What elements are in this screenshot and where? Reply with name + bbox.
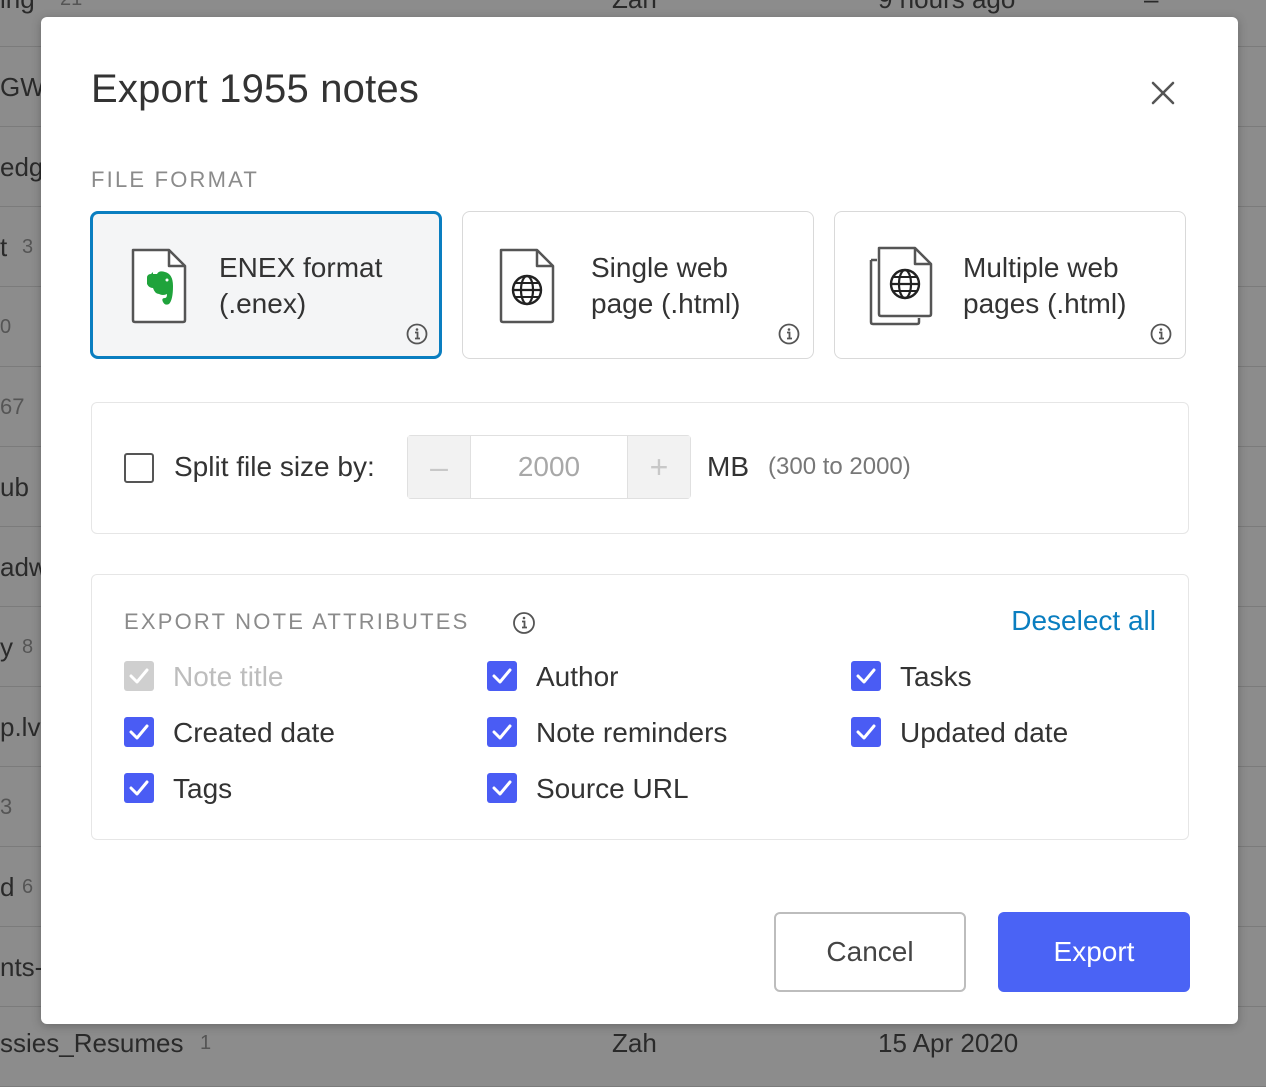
note-count: 21: [60, 0, 82, 11]
export-attributes-label: EXPORT NOTE ATTRIBUTES: [124, 609, 470, 634]
file-size-stepper: – 2000 +: [407, 435, 691, 499]
note-updated: 9 hours ago: [878, 0, 1015, 15]
attribute-label-tasks: Tasks: [900, 661, 972, 692]
deselect-all-link[interactable]: Deselect all: [1011, 605, 1156, 637]
note-count: 0: [0, 316, 12, 338]
note-title: ing: [0, 0, 35, 15]
note-title: 67: [0, 394, 25, 419]
close-button[interactable]: [1145, 75, 1181, 111]
split-file-label: Split file size by:: [174, 451, 375, 482]
attribute-checkbox-source-url[interactable]: [487, 773, 517, 803]
info-icon[interactable]: [1150, 323, 1172, 345]
note-title: edg: [0, 152, 44, 182]
export-button[interactable]: Export: [998, 912, 1190, 992]
attribute-label-note-title: Note title: [173, 661, 284, 692]
increment-button[interactable]: +: [627, 436, 690, 498]
note-title: t: [0, 232, 8, 262]
note-title: y: [0, 632, 13, 662]
attribute-label-author: Author: [536, 661, 619, 692]
split-file-panel: Split file size by: – 2000 + MB (300 to …: [91, 402, 1189, 534]
note-count: 1: [200, 1032, 212, 1054]
format-option-multiple-html[interactable]: Multiple web pages (.html): [834, 211, 1186, 359]
format-label: Multiple web pages (.html): [963, 252, 1127, 319]
note-count: 6: [22, 876, 34, 898]
cancel-button[interactable]: Cancel: [774, 912, 966, 992]
format-label: Single web page (.html): [591, 252, 741, 319]
note-title: d: [0, 872, 15, 902]
attribute-label-source-url: Source URL: [536, 773, 689, 804]
attribute-label-tags: Tags: [173, 773, 233, 804]
attribute-label-created-date: Created date: [173, 717, 335, 748]
decrement-button[interactable]: –: [408, 436, 471, 498]
export-attributes-panel: EXPORT NOTE ATTRIBUTES Deselect all Note…: [91, 574, 1189, 840]
attribute-checkbox-author[interactable]: [487, 661, 517, 691]
close-icon: [1151, 81, 1175, 105]
format-label: ENEX format (.enex): [219, 252, 383, 319]
multiple-web-files-icon: [869, 246, 933, 326]
note-title: GW: [0, 72, 45, 102]
export-dialog: Export 1955 notes FILE FORMAT ENEX forma…: [41, 17, 1238, 1024]
info-icon[interactable]: [406, 323, 428, 345]
note-title: ssies_Resumes: [0, 1028, 184, 1058]
file-size-input[interactable]: 2000: [470, 436, 628, 498]
note-count: 3: [22, 236, 34, 258]
split-file-checkbox[interactable]: [124, 453, 154, 483]
attribute-checkbox-created-date[interactable]: [124, 717, 154, 747]
evernote-file-icon: [131, 248, 187, 324]
size-range-hint: (300 to 2000): [768, 453, 911, 480]
info-icon[interactable]: [778, 323, 800, 345]
attribute-checkbox-tags[interactable]: [124, 773, 154, 803]
web-file-icon: [499, 248, 555, 324]
attribute-checkbox-note-reminders[interactable]: [487, 717, 517, 747]
attribute-label-note-reminders: Note reminders: [536, 717, 728, 748]
info-icon[interactable]: [512, 611, 536, 635]
attribute-checkbox-note-title: [124, 661, 154, 691]
format-option-single-html[interactable]: Single web page (.html): [462, 211, 814, 359]
note-extra: –: [1144, 0, 1158, 15]
note-title: p.lv: [0, 712, 41, 742]
note-updated: 15 Apr 2020: [878, 1028, 1019, 1058]
size-unit: MB: [707, 451, 749, 482]
note-count: 8: [22, 636, 34, 658]
note-title: ub: [0, 472, 29, 502]
dialog-title: Export 1955 notes: [91, 67, 420, 111]
file-format-label: FILE FORMAT: [91, 167, 260, 192]
attribute-label-updated-date: Updated date: [900, 717, 1069, 748]
note-title: 3: [0, 794, 13, 819]
note-owner: Zah: [612, 1028, 657, 1058]
attribute-checkbox-tasks[interactable]: [851, 661, 881, 691]
note-owner: Zah: [612, 0, 657, 15]
format-option-enex[interactable]: ENEX format (.enex): [90, 211, 442, 359]
attribute-checkbox-updated-date[interactable]: [851, 717, 881, 747]
note-title: nts-: [0, 952, 44, 982]
